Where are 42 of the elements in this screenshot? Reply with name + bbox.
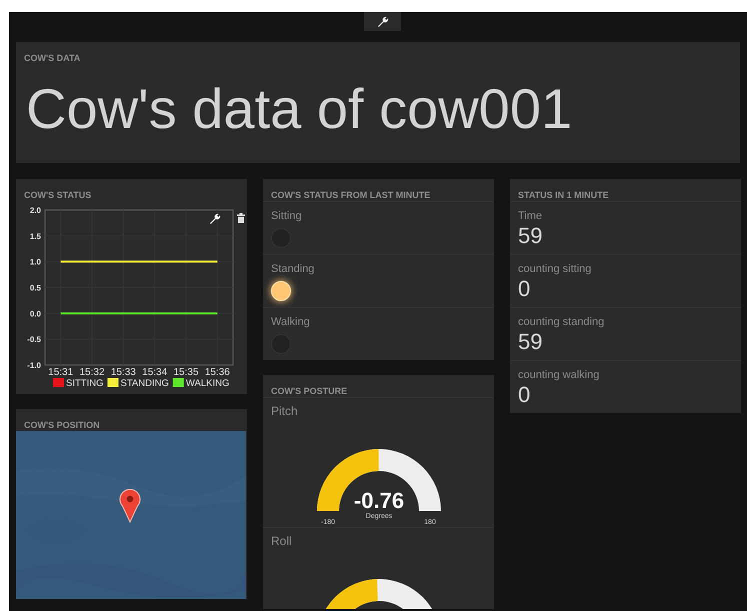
headline: Cow's data of cow001	[25, 76, 572, 142]
stat-label: counting sitting	[518, 262, 592, 276]
axis-tick-label: 1.5	[30, 232, 41, 241]
axis-tick-label: 1.0	[30, 258, 41, 267]
axis-tick-label: 15:36	[204, 367, 230, 378]
legend-label: STANDING	[120, 378, 169, 389]
legend-label: SITTING	[66, 378, 104, 389]
panel-title: COW'S POSTURE	[271, 385, 348, 397]
stat-label: counting walking	[518, 368, 600, 382]
stat-label: counting standing	[518, 315, 604, 329]
panel-title: COW'S DATA	[24, 52, 80, 64]
axis-tick-label: 2.0	[30, 206, 41, 215]
axis-tick-label: 15:34	[142, 367, 168, 378]
gauge-label: Pitch	[271, 404, 298, 418]
settings-button[interactable]	[364, 12, 401, 31]
stat-value: 0	[518, 277, 530, 301]
axis-tick-label: 15:32	[79, 367, 105, 378]
gauge-label: Roll	[271, 534, 292, 548]
axis-tick-label: 15:35	[173, 367, 199, 378]
stat-value: 59	[518, 224, 542, 248]
wrench-icon	[376, 16, 388, 28]
gauge-value: -0.76	[353, 488, 404, 513]
indicator-label: Standing	[271, 262, 314, 276]
axis-tick-label: 0.0	[30, 309, 41, 318]
indicator-label: Sitting	[271, 209, 302, 223]
axis-tick-label: 15:33	[110, 367, 136, 378]
legend-label: WALKING	[186, 378, 230, 389]
panel-title: COW'S STATUS FROM LAST MINUTE	[271, 189, 430, 201]
trash-icon[interactable]	[237, 213, 245, 223]
panel-title: COW'S STATUS	[24, 189, 92, 201]
axis-tick-label: 0.5	[30, 284, 41, 292]
axis-tick-label: -0.5	[27, 335, 41, 344]
axis-tick-label: 15:31	[48, 367, 74, 378]
panel-title: STATUS IN 1 MINUTE	[518, 189, 609, 201]
panel-title: COW'S POSITION	[24, 419, 100, 431]
indicator-label: Walking	[271, 315, 310, 329]
stat-value: 0	[518, 383, 530, 407]
stat-value: 59	[518, 330, 542, 354]
axis-tick-label: -1.0	[27, 361, 41, 370]
map-pin-icon[interactable]	[119, 489, 141, 523]
wrench-icon[interactable]	[210, 214, 220, 224]
stat-label: Time	[518, 209, 542, 223]
